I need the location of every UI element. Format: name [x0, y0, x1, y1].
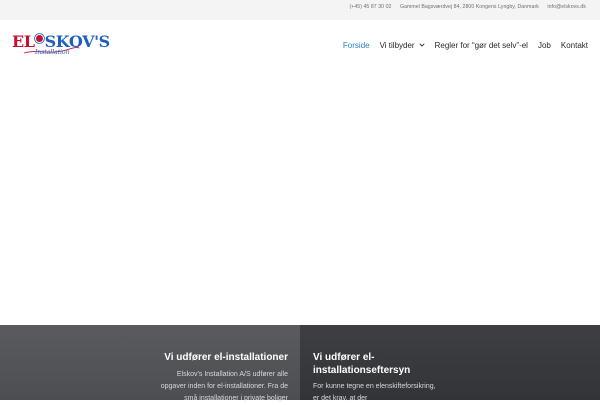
nav-label-job: Job: [537, 40, 551, 50]
nav-item-kontakt[interactable]: Kontakt: [561, 41, 588, 50]
nav-item-regler[interactable]: Regler for “gør det selv”-el: [435, 41, 528, 50]
logo-swoosh-icon: Installation: [23, 46, 80, 56]
hero-area: [0, 72, 600, 325]
feature-inspection-text: For kunne tegne en elenskifteforsikring,…: [313, 383, 436, 402]
nav-label-forside: Forside: [342, 40, 370, 50]
site-logo[interactable]: EL SKOV'S Installation: [12, 34, 110, 58]
feature-installations: Vi udfører el-installationer Elskov’s In…: [0, 325, 300, 402]
nav-item-job[interactable]: Job: [538, 41, 551, 50]
nav-label-kontakt: Kontakt: [560, 40, 588, 50]
logo-tagline: Installation: [34, 49, 70, 56]
nav-label-regler: Regler for “gør det selv”-el: [434, 40, 528, 50]
nav-item-forside[interactable]: Forside: [343, 41, 370, 50]
site-header: EL SKOV'S Installation Forside Vi tilbyde…: [0, 20, 600, 72]
phone-number[interactable]: (+45) 45 87 30 02: [350, 4, 392, 10]
feature-installations-title: Vi udfører el-installationer: [164, 352, 288, 363]
nav-label-vi-tilbyder: Vi tilbyder: [379, 40, 415, 50]
logo-dot-icon: [35, 34, 45, 43]
address: Gammel Bagsværdvej 84, 2800 Kongens Lyng…: [399, 4, 539, 10]
top-info-bar: (+45) 45 87 30 02 Gammel Bagsværdvej 84,…: [0, 0, 600, 20]
email-link[interactable]: info@elskovs.dk: [547, 4, 586, 10]
feature-inspection-title: Vi udfører el-installationseftersyn: [313, 352, 411, 376]
contact-info: (+45) 45 87 30 02 Gammel Bagsværdvej 84,…: [350, 4, 587, 10]
chevron-down-icon: [419, 43, 425, 47]
nav-item-vi-tilbyder[interactable]: Vi tilbyder: [380, 41, 425, 50]
feature-inspection: Vi udfører el-installationseftersyn For …: [300, 325, 600, 402]
main-navigation: Forside Vi tilbyder Regler for “gør det …: [333, 39, 588, 51]
